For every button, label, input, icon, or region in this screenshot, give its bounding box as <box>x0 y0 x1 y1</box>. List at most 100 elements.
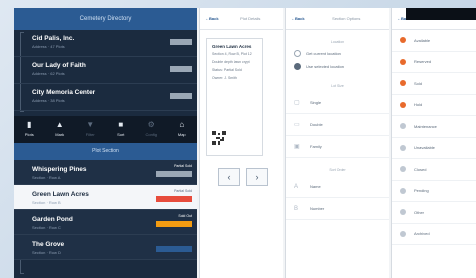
back-button[interactable]: ←Back <box>205 16 219 21</box>
back-button[interactable]: ←Back <box>291 16 305 21</box>
cemetery-status-bar <box>170 66 192 72</box>
tab-map[interactable]: ⌂ Map <box>167 116 198 143</box>
status-row[interactable]: Reserved <box>392 52 476 73</box>
option-label: Single <box>310 100 322 105</box>
plot-row[interactable]: Garden Pond Section · Row C Sold Out <box>14 210 197 235</box>
next-button[interactable]: › <box>246 168 268 186</box>
status-row[interactable]: Available <box>392 30 476 52</box>
plot-details-column: ←Back Plot Details Green Lawn Acres Sect… <box>199 8 283 278</box>
plots-icon: ▮ <box>27 120 32 129</box>
sort-options: A Name B Number <box>286 176 389 220</box>
cemetery-list: Cid Palis, Inc. Address · 47 Plots Our Lad… <box>14 30 197 111</box>
prev-button[interactable]: ‹ <box>218 168 240 186</box>
sort-icon: A <box>294 183 299 190</box>
option-label: Name <box>310 184 321 189</box>
status-dot-icon <box>400 144 406 151</box>
status-dot-icon <box>400 187 406 194</box>
plot-row[interactable]: Whispering Pines Section · Row A Partial S… <box>14 160 197 185</box>
plot-row[interactable]: The Grove Section · Row D <box>14 235 197 260</box>
status-row[interactable]: Maintenance <box>392 116 476 138</box>
status-row[interactable]: Unavailable <box>392 138 476 159</box>
status-column: ←Back Status AvailableReservedSoldHoldMa… <box>391 8 476 278</box>
status-dot-icon <box>400 166 406 173</box>
lot-size-icon: ▣ <box>294 144 300 150</box>
tab-plots[interactable]: ▮ Plots <box>14 116 45 143</box>
plot-status-tag: Sold Out <box>178 214 192 218</box>
lot-size-icon: ▢ <box>294 100 300 106</box>
status-row[interactable]: Other <box>392 202 476 224</box>
status-dot-icon <box>400 101 406 108</box>
status-label: Unavailable <box>414 145 435 151</box>
card-plot-name: Green Lawn Acres <box>212 44 252 49</box>
config-icon: ⚙ <box>147 120 155 129</box>
option-label: Family <box>310 144 322 149</box>
card-line: Section 4, Row B, Plot 12 <box>212 52 252 56</box>
status-row[interactable]: Sold <box>392 73 476 95</box>
sort-order-label: Sort Order <box>329 168 346 172</box>
tab-label: Config <box>145 132 158 137</box>
section-options-column: ←Back Section Options Location Get curre… <box>285 8 389 278</box>
radio-label: Get current location <box>306 51 341 56</box>
lot-size-option[interactable]: ▣ Family <box>286 136 389 158</box>
location-radio[interactable]: Use selected location <box>286 57 389 70</box>
column-title: Plot Details <box>240 16 261 21</box>
cemetery-status-bar <box>170 39 192 45</box>
status-dot-icon <box>400 209 406 216</box>
sort-option[interactable]: A Name <box>286 176 389 198</box>
lot-size-options: ▢ Single ▭ Double ▣ Family <box>286 92 389 158</box>
cemetery-row[interactable]: City Memoria Center Address · 38 Plots <box>14 84 197 111</box>
lot-size-option[interactable]: ▢ Single <box>286 92 389 114</box>
tab-label: Filter <box>85 132 95 137</box>
radio-icon <box>294 50 301 57</box>
location-radios: Get current location Use selected locatio… <box>286 44 389 70</box>
plot-status-tag: Partial Sold <box>174 164 192 168</box>
action-tabbar: ▮ Plots ▲ Mark ▼ Filter ■ Sort ⚙ Config ⌂ Map <box>14 116 197 143</box>
tab-label: Plots <box>24 132 34 137</box>
location-radio[interactable]: Get current location <box>286 44 389 57</box>
sort-icon: ■ <box>118 120 124 129</box>
plot-row[interactable]: Green Lawn Acres Section · Row B Partial S… <box>14 185 197 210</box>
status-dot-icon <box>400 123 406 130</box>
status-row[interactable]: Closed <box>392 159 476 181</box>
mark-icon: ▲ <box>55 120 64 129</box>
sort-option[interactable]: B Number <box>286 198 389 220</box>
pager: ‹ › <box>218 168 283 186</box>
map-icon: ⌂ <box>179 120 185 129</box>
plot-status-bar <box>156 171 192 177</box>
status-row[interactable]: Pending <box>392 181 476 202</box>
tab-mark[interactable]: ▲ Mark <box>45 116 76 143</box>
status-label: Pending <box>414 188 429 194</box>
status-dot-icon <box>400 230 406 237</box>
tab-filter[interactable]: ▼ Filter <box>75 116 106 143</box>
option-label: Number <box>310 206 325 211</box>
plot-details-header: ←Back Plot Details <box>200 8 283 30</box>
cemetery-row[interactable]: Cid Palis, Inc. Address · 47 Plots <box>14 30 197 57</box>
plot-status-bar <box>156 246 192 252</box>
status-label: Archived <box>414 231 430 237</box>
status-label: Other <box>414 209 425 215</box>
status-row[interactable]: Hold <box>392 95 476 116</box>
app-screen: Cemetery Directory Cid Palis, Inc. Addres… <box>14 8 476 278</box>
card-line: Double depth lawn crypt <box>212 60 250 64</box>
lot-size-icon: ▭ <box>294 122 300 128</box>
status-label: Hold <box>414 102 423 108</box>
status-label: Reserved <box>414 59 432 65</box>
qr-code-icon <box>212 131 226 145</box>
tab-sort[interactable]: ■ Sort <box>106 116 137 143</box>
status-row[interactable]: Archived <box>392 224 476 245</box>
filter-icon: ▼ <box>86 120 95 129</box>
lot-size-label: Lot Size <box>331 84 344 88</box>
cemetery-status-bar <box>170 93 192 99</box>
tab-label: Sort <box>117 132 125 137</box>
tab-config[interactable]: ⚙ Config <box>136 116 167 143</box>
status-dot-icon <box>400 80 406 87</box>
lot-size-option[interactable]: ▭ Double <box>286 114 389 136</box>
plot-status-bar <box>156 221 192 227</box>
tab-label: Map <box>177 132 186 137</box>
section-options-header: ←Back Section Options <box>286 8 389 30</box>
status-label: Available <box>414 37 431 43</box>
card-line: Owner: J. Smith <box>212 76 237 80</box>
plot-status-bar <box>156 196 192 202</box>
cemetery-row[interactable]: Our Lady of Faith Address · 62 Plots <box>14 57 197 84</box>
status-label: Sold <box>414 80 423 86</box>
